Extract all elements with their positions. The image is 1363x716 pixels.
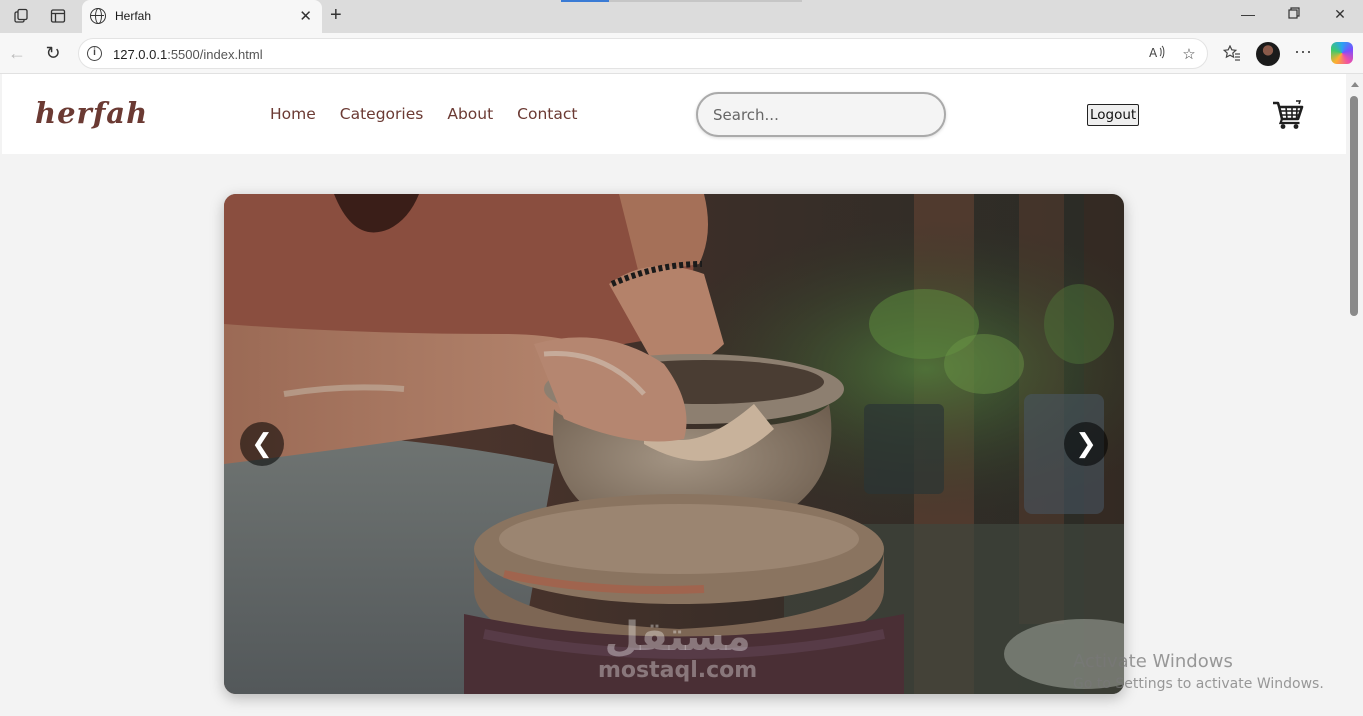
workspaces-icon[interactable] <box>12 6 32 26</box>
watermark-url: mostaql.com <box>598 658 758 683</box>
restore-icon[interactable] <box>1284 6 1304 22</box>
search-input[interactable] <box>696 92 946 137</box>
activate-subtitle: Go to Settings to activate Windows. <box>1073 676 1324 692</box>
mostaql-watermark: مستقل mostaql.com <box>598 616 757 683</box>
cart-icon[interactable] <box>1272 100 1304 130</box>
new-tab-icon[interactable]: + <box>330 4 342 27</box>
activate-windows-notice: Activate Windows Go to Settings to activ… <box>1073 651 1324 692</box>
main-nav: Home Categories About Contact <box>270 105 577 123</box>
slider-next-button[interactable]: ❯ <box>1064 422 1108 466</box>
copilot-icon[interactable] <box>1331 42 1353 64</box>
site-logo[interactable]: herfah <box>35 96 148 130</box>
nav-about[interactable]: About <box>447 105 493 123</box>
url-path: :5500/index.html <box>167 47 263 62</box>
nav-contact[interactable]: Contact <box>517 105 577 123</box>
more-options-icon[interactable]: ··· <box>1293 41 1313 62</box>
watermark-arabic: مستقل <box>604 614 751 660</box>
activate-title: Activate Windows <box>1073 651 1233 672</box>
svg-text:A: A <box>1149 46 1158 59</box>
page-load-track <box>609 0 802 2</box>
close-tab-icon[interactable]: ✕ <box>299 7 312 25</box>
favorite-star-icon[interactable]: ☆ <box>1179 45 1199 63</box>
tab-title: Herfah <box>115 9 152 23</box>
url-host: 127.0.0.1 <box>113 47 168 62</box>
profile-avatar[interactable] <box>1256 42 1280 66</box>
tab-herfah[interactable]: Herfah ✕ <box>82 0 322 33</box>
globe-icon <box>90 8 106 24</box>
scroll-up-arrow-icon[interactable] <box>1351 82 1359 87</box>
read-aloud-icon[interactable]: A <box>1147 45 1167 63</box>
slider-prev-button[interactable]: ❮ <box>240 422 284 466</box>
browser-tab-bar: Herfah ✕ + — ✕ <box>0 0 1363 33</box>
nav-home[interactable]: Home <box>270 105 316 123</box>
minimize-icon[interactable]: — <box>1238 6 1258 22</box>
address-bar[interactable]: i 127.0.0.1:5500/index.html <box>78 38 1208 69</box>
favorites-icon[interactable] <box>1222 44 1242 65</box>
nav-categories[interactable]: Categories <box>340 105 424 123</box>
site-info-icon[interactable]: i <box>87 46 102 61</box>
url-text: 127.0.0.1:5500/index.html <box>113 47 263 62</box>
scrollbar-thumb[interactable] <box>1350 96 1358 316</box>
close-window-icon[interactable]: ✕ <box>1330 6 1350 23</box>
logout-button[interactable]: Logout <box>1087 104 1140 126</box>
back-icon[interactable]: ← <box>6 43 28 64</box>
site-header: herfah Home Categories About Contact Log… <box>2 74 1346 154</box>
tab-actions-icon[interactable] <box>48 6 68 26</box>
page-load-indicator <box>561 0 609 2</box>
browser-toolbar: ← ↻ i 127.0.0.1:5500/index.html A ☆ ··· <box>0 33 1363 74</box>
page-scrollbar[interactable] <box>1346 74 1363 716</box>
refresh-icon[interactable]: ↻ <box>42 43 64 64</box>
